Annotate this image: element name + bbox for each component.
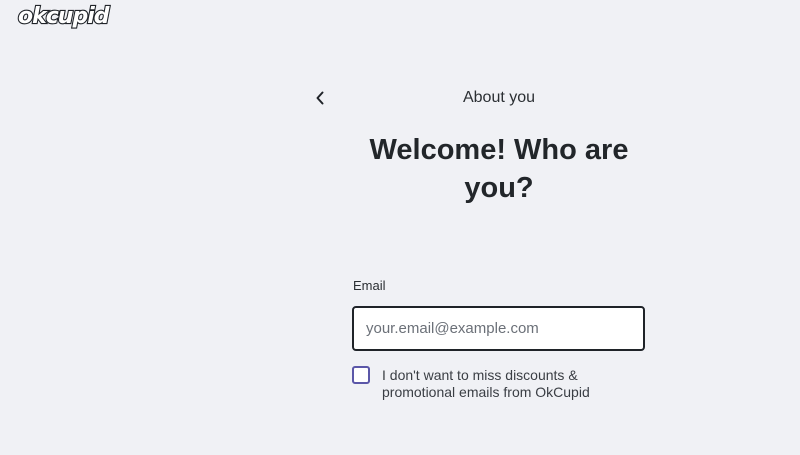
okcupid-logo[interactable]: okcupid (17, 2, 111, 32)
marketing-consent: I don't want to miss discounts & promoti… (352, 366, 642, 401)
marketing-opt-out-checkbox[interactable] (352, 366, 370, 384)
email-label: Email (353, 278, 386, 293)
chevron-left-icon (316, 91, 324, 105)
step-title: About you (462, 89, 536, 106)
email-field[interactable] (352, 306, 645, 351)
page-title: Welcome! Who are you? (369, 134, 629, 204)
signup-page: okcupid About you Welcome! Who are you? … (0, 0, 800, 455)
marketing-consent-label[interactable]: I don't want to miss discounts & promoti… (382, 367, 642, 401)
back-button[interactable] (309, 86, 331, 110)
